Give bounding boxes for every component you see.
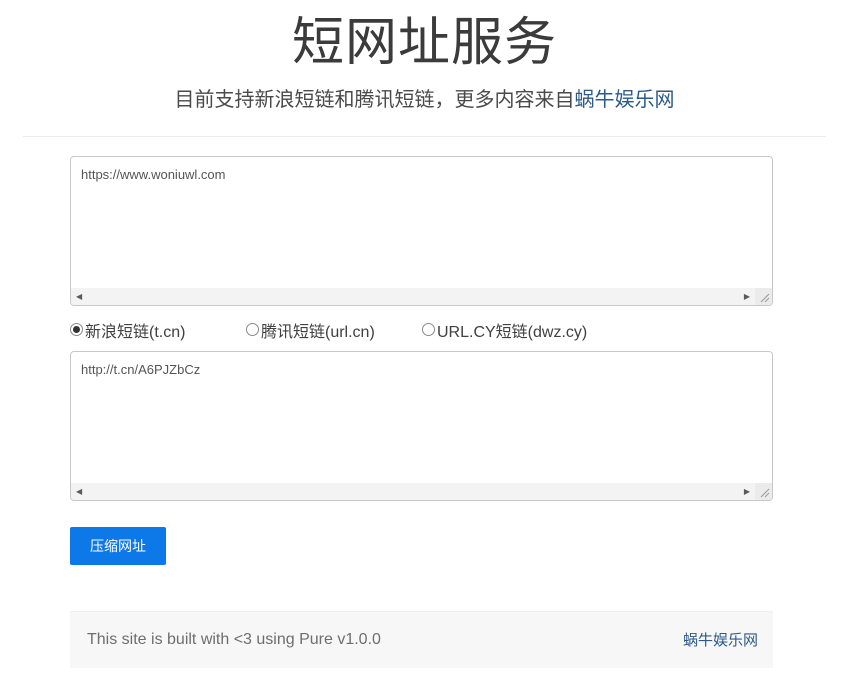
scroll-left-icon[interactable]: ◀ [76, 483, 82, 500]
main-content: https://www.woniuwl.com ◀ ▶ 新浪短链(t.cn) 腾… [70, 156, 773, 668]
resize-grip-icon[interactable] [755, 483, 772, 500]
scrollbar-track[interactable]: ◀ ▶ [71, 288, 755, 305]
page-subtitle: 目前支持新浪短链和腾讯短链，更多内容来自蜗牛娱乐网 [0, 88, 849, 112]
compress-url-button[interactable]: 压缩网址 [70, 527, 166, 565]
radio-option-urlcy[interactable]: URL.CY短链(dwz.cy) [422, 318, 598, 342]
long-url-value: https://www.woniuwl.com [71, 157, 772, 288]
radio-tencent-label: 腾讯短链(url.cn) [261, 318, 375, 342]
resize-grip-icon[interactable] [755, 288, 772, 305]
footer-site-link[interactable]: 蜗牛娱乐网 [683, 629, 758, 650]
short-url-scrollbar[interactable]: ◀ ▶ [71, 483, 772, 500]
subtitle-site-link[interactable]: 蜗牛娱乐网 [575, 89, 675, 111]
site-footer: This site is built with <3 using Pure v1… [70, 611, 773, 668]
short-url-textarea[interactable]: http://t.cn/A6PJZbCz ◀ ▶ [70, 351, 773, 501]
radio-urlcy[interactable] [422, 323, 435, 336]
subtitle-text: 目前支持新浪短链和腾讯短链，更多内容来自 [175, 89, 575, 111]
radio-option-tencent[interactable]: 腾讯短链(url.cn) [246, 318, 422, 342]
short-url-value: http://t.cn/A6PJZbCz [71, 352, 772, 483]
scroll-left-icon[interactable]: ◀ [76, 288, 82, 305]
radio-sina-label: 新浪短链(t.cn) [85, 318, 185, 342]
shortlink-type-options: 新浪短链(t.cn) 腾讯短链(url.cn) URL.CY短链(dwz.cy) [70, 319, 773, 341]
long-url-textarea[interactable]: https://www.woniuwl.com ◀ ▶ [70, 156, 773, 306]
radio-option-sina[interactable]: 新浪短链(t.cn) [70, 318, 246, 342]
scrollbar-track[interactable]: ◀ ▶ [71, 483, 755, 500]
radio-urlcy-label: URL.CY短链(dwz.cy) [437, 318, 587, 342]
scroll-right-icon[interactable]: ▶ [744, 288, 750, 305]
page-header: 短网址服务 目前支持新浪短链和腾讯短链，更多内容来自蜗牛娱乐网 [0, 14, 849, 112]
radio-sina[interactable] [70, 323, 83, 336]
scroll-right-icon[interactable]: ▶ [744, 483, 750, 500]
radio-tencent[interactable] [246, 323, 259, 336]
long-url-scrollbar[interactable]: ◀ ▶ [71, 288, 772, 305]
page-title: 短网址服务 [0, 14, 849, 74]
footer-credit-text: This site is built with <3 using Pure v1… [87, 631, 381, 649]
header-divider [23, 136, 826, 137]
